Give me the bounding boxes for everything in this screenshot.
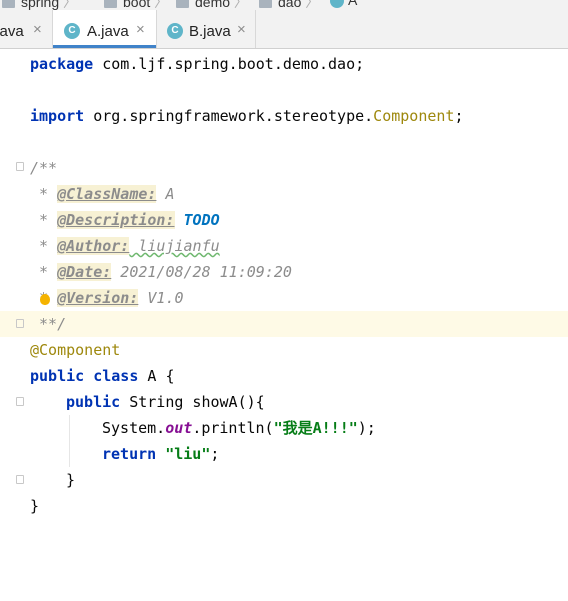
code-line: * @ClassName: A: [30, 185, 175, 203]
tab-label: B.java: [189, 23, 231, 40]
code-line: import org.springframework.stereotype.Co…: [30, 107, 464, 125]
breadcrumb-item-demo[interactable]: demo 〉: [176, 0, 248, 10]
code-editor[interactable]: package com.ljf.spring.boot.demo.dao; im…: [0, 49, 568, 601]
code-line: /**: [30, 159, 58, 177]
code-line: }: [30, 497, 40, 515]
class-icon: C: [167, 23, 183, 39]
code-line: package com.ljf.spring.boot.demo.dao;: [30, 55, 365, 73]
class-icon: C: [64, 23, 80, 39]
code-line: System.out.println("我是A!!!");: [102, 419, 376, 437]
close-icon[interactable]: ×: [237, 21, 246, 38]
breadcrumb-item-boot[interactable]: boot 〉: [104, 0, 168, 10]
tab-a-java[interactable]: C A.java ×: [53, 10, 156, 48]
folder-icon: [104, 0, 117, 9]
close-icon[interactable]: ×: [33, 21, 42, 38]
code-line: public class A {: [30, 367, 175, 385]
intention-bulb-icon[interactable]: [40, 294, 50, 305]
folder-icon: [176, 0, 189, 9]
tab-label: A.java: [87, 23, 129, 40]
close-icon[interactable]: ×: [136, 21, 145, 38]
breadcrumb-item-dao[interactable]: dao 〉: [259, 0, 319, 10]
code-line: * @Description: TODO: [30, 211, 220, 229]
class-icon: [330, 0, 344, 9]
code-line: }: [66, 471, 76, 489]
code-line: public String showA(){: [66, 393, 265, 411]
code-line: @Component: [30, 341, 121, 359]
folder-icon: [259, 0, 272, 9]
code-line: * @Author: liujianfu: [30, 237, 220, 255]
code-line: return "liu";: [102, 445, 220, 463]
breadcrumb-item-spring[interactable]: spring 〉: [2, 0, 77, 10]
code-line-current: **/: [0, 311, 568, 337]
tab-b-java[interactable]: C B.java ×: [157, 10, 255, 48]
editor-tab-bar: .java × C A.java × C B.java ×: [0, 10, 568, 49]
breadcrumb-item-class-a[interactable]: A: [330, 0, 357, 9]
tab-label: .java: [0, 23, 24, 40]
fold-toggle[interactable]: [16, 319, 24, 328]
folder-icon: [2, 0, 15, 9]
tab-partial-java[interactable]: .java ×: [0, 10, 52, 48]
breadcrumb: spring 〉 boot 〉 demo 〉 dao 〉 A: [0, 0, 568, 10]
code-line: * @Date: 2021/08/28 11:09:20: [30, 263, 292, 281]
code-line: * @Version: V1.0: [39, 289, 184, 307]
